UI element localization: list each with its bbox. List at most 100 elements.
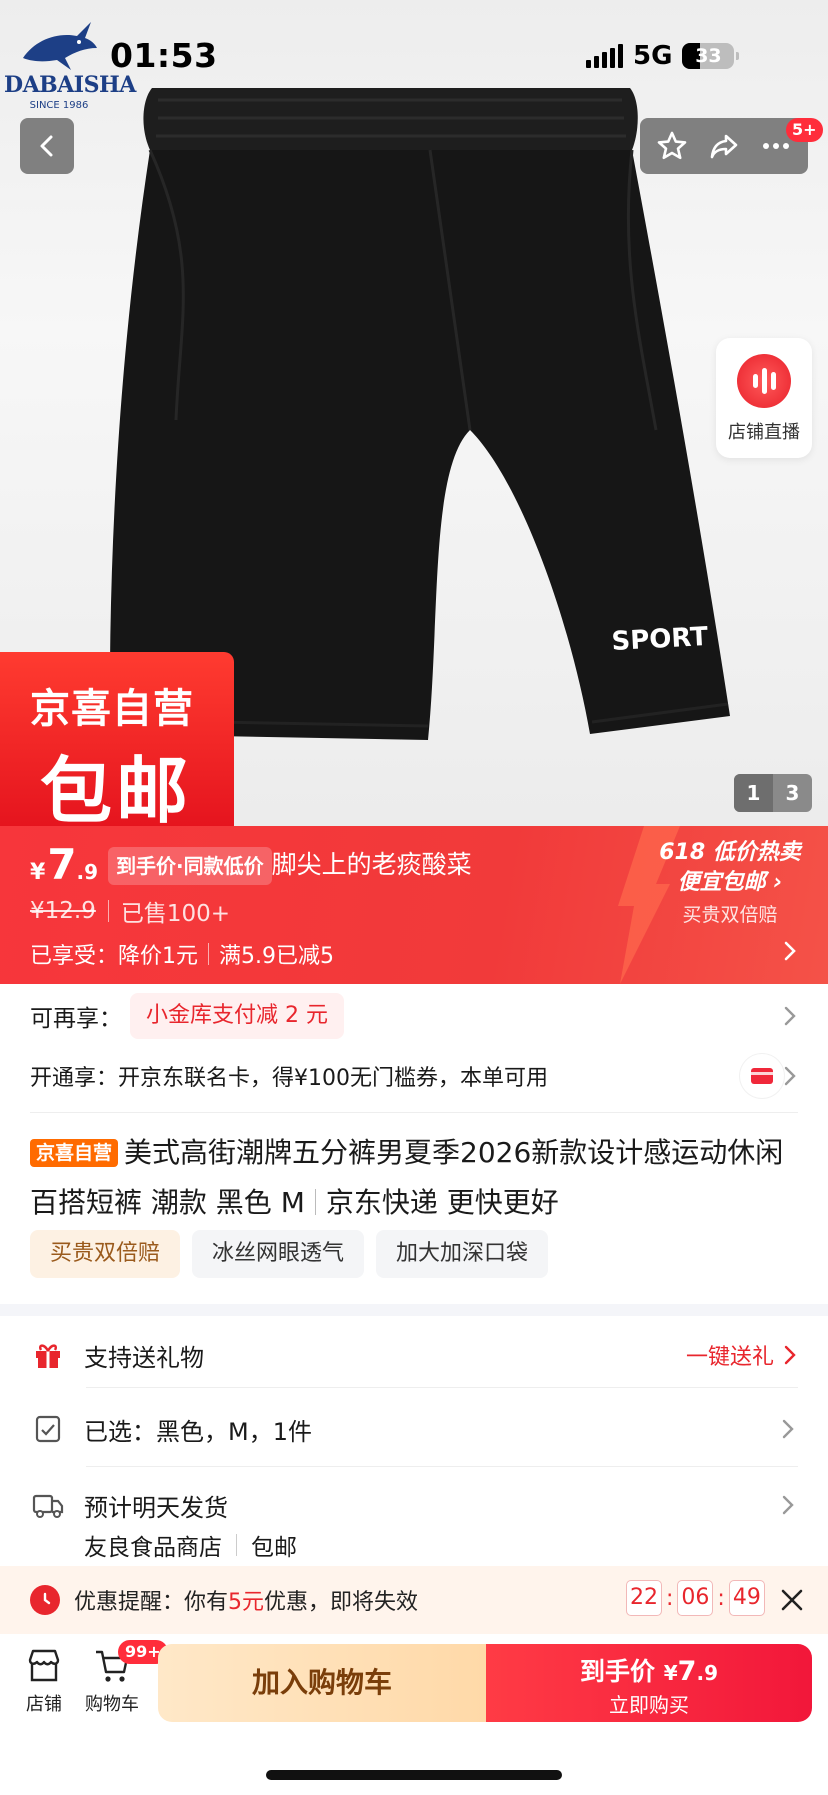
close-icon[interactable] [778,1586,806,1614]
price-integer: 7 [47,840,77,889]
selected-spec-row[interactable]: 已选：黑色，M，1件 [30,1406,798,1452]
buy-now-label: 立即购买 [609,1693,689,1717]
share-icon [710,134,738,159]
discount-reminder-bar[interactable]: 优惠提醒：你有 5元 优惠，即将失效 22 : 06 : 49 [0,1566,828,1634]
extra-offer-row[interactable]: 可再享： 小金库支付减 2 元 [30,990,800,1042]
signal-icon [586,44,623,68]
discount-2: 满5.9已减5 [219,944,335,969]
original-price-row: ¥12.9 已售100+ [30,894,230,928]
product-title: 京喜自营 美式高街潮牌五分裤男夏季2026新款设计感运动休闲百搭短裤 潮款 黑色 … [30,1128,800,1228]
store-live-label: 店铺直播 [728,422,800,443]
share-button[interactable] [702,124,746,168]
price-row: ¥ 7 .9 到手价·同款低价 脚尖上的老痰酸菜 [30,840,472,891]
card-offer-row[interactable]: 开通享：开京东联名卡，得¥100无门槛券，本单可用 [30,1054,800,1098]
image-counter: 1 3 [734,774,812,812]
buy-now-button[interactable]: 到手价 ¥7.9 立即购买 [486,1644,812,1722]
store-label: 店铺 [26,1694,62,1715]
bottom-action-bar: 店铺 购物车 99+ 加入购物车 到手价 ¥7.9 立即购买 [0,1634,828,1795]
live-bars-icon [737,354,791,408]
enjoyed-discounts-row[interactable]: 已享受： 降价1元 满5.9已减5 [30,938,334,970]
image-total: 3 [785,781,800,805]
star-icon [657,131,687,160]
promo-jingxi-box: 京喜自营 包邮 [0,652,234,826]
divider [236,1534,237,1556]
shark-logo-icon [23,22,97,70]
network-type: 5G [633,41,673,71]
campaign-618[interactable]: 618 低价热卖 便宜包邮 › 买贵双倍赔 [640,838,820,927]
price-currency: ¥ [30,860,46,885]
back-button[interactable] [20,118,74,174]
divider [86,1387,798,1388]
brand-since: SINCE 1986 [29,100,89,111]
divider [86,1466,798,1467]
wallet-card-icon [740,1054,784,1098]
shipping-label: 预计明天发货 [84,1493,228,1522]
sport-print-text: SPORT [611,622,709,657]
chevron-right-icon [784,1345,796,1365]
extra-offer-label: 可再享： [30,1006,122,1032]
campaign-line1: 618 低价热卖 [659,840,801,865]
divider [107,900,109,922]
payment-coupon[interactable]: 小金库支付减 2 元 [130,993,344,1039]
gift-label: 支持送礼物 [84,1343,204,1372]
add-to-cart-button[interactable]: 加入购物车 [158,1644,486,1722]
home-indicator [266,1770,562,1780]
image-current: 1 [734,774,773,812]
buy-price-label: 到手价 [580,1657,656,1686]
store-button[interactable]: 店铺 [8,1646,80,1716]
selected-spec-label: 已选：黑色，M，1件 [84,1417,312,1446]
chevron-right-icon [784,1066,796,1086]
timer-seconds: 49 [728,1580,765,1616]
product-page: SPORT DABAISHA SINCE 1986 01:53 5G 33 5+… [0,0,828,1795]
battery-level: 33 [695,45,722,67]
timer-hours: 22 [626,1580,662,1616]
divider [208,943,210,965]
truck-icon [30,1487,66,1523]
shipping-row[interactable]: 预计明天发货 [30,1482,798,1528]
timer-minutes: 06 [677,1580,714,1616]
section-gap [0,1304,828,1316]
original-price: ¥12.9 [30,898,96,924]
store-live-button[interactable]: 店铺直播 [716,338,812,458]
price-band[interactable]: ¥ 7 .9 到手价·同款低价 脚尖上的老痰酸菜 ¥12.9 已售100+ 已享… [0,826,828,984]
store-name: 友良食品商店 [84,1535,222,1561]
feature-tags: 买贵双倍赔 冰丝网眼透气 加大加深口袋 [30,1230,549,1278]
promo-line1: 京喜自营 [30,686,194,732]
buy-price-dec: .9 [696,1661,718,1685]
status-time: 01:53 [110,36,218,75]
discount-1: 降价1元 [118,944,199,969]
gift-icon [30,1337,66,1373]
sold-count: 已售100+ [120,901,231,927]
reminder-suffix: 优惠，即将失效 [264,1590,419,1615]
brand-logo: DABAISHA SINCE 1986 [4,18,136,111]
countdown-timer: 22 : 06 : 49 [626,1580,765,1616]
chevron-right-icon [782,1495,794,1515]
buy-price-line: 到手价 ¥7.9 [486,1652,812,1688]
tag-pocket: 加大加深口袋 [376,1230,549,1278]
campaign-line3: 买贵双倍赔 [682,904,778,926]
clock-icon [30,1585,60,1615]
card-offer-text: 开通享：开京东联名卡，得¥100无门槛券，本单可用 [30,1066,548,1091]
gift-row[interactable]: 支持送礼物 一键送礼 [30,1332,798,1378]
divider [30,1112,798,1113]
cart-button[interactable]: 购物车 99+ [76,1640,168,1716]
chevron-right-icon [782,1419,794,1439]
divider [314,1189,316,1215]
chevron-left-icon [40,135,53,157]
shop-overlay-text: 脚尖上的老痰酸菜 [271,850,472,879]
chevron-right-icon [784,941,796,961]
message-badge: 5+ [786,118,823,142]
shipping-store-row: 友良食品商店 包邮 [84,1524,828,1566]
send-gift-label: 一键送礼 [685,1345,774,1370]
campaign-line2: 便宜包邮 › [677,870,783,895]
battery-icon: 33 [682,43,740,69]
buy-price-currency: ¥ [663,1661,678,1685]
send-gift-link[interactable]: 一键送礼 [686,1339,798,1371]
favorite-button[interactable] [650,124,694,168]
promo-line2: 包邮 [40,749,193,826]
brand-name: DABAISHA [4,72,136,98]
product-image-area[interactable]: SPORT DABAISHA SINCE 1986 01:53 5G 33 5+… [0,0,828,826]
enjoyed-label: 已享受： [30,944,119,969]
tag-double-compensation[interactable]: 买贵双倍赔 [30,1230,181,1278]
title-suffix: 京东快递 更快更好 [325,1186,559,1219]
